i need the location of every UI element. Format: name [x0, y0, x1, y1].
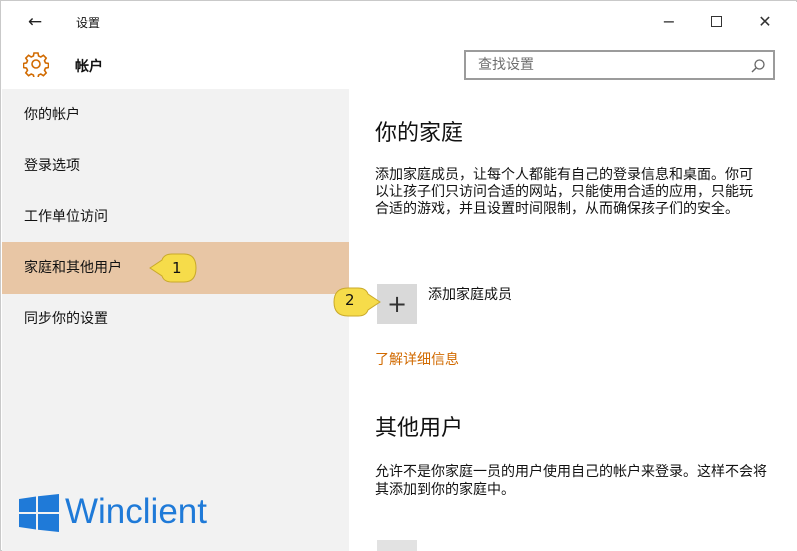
family-heading: 你的家庭 [375, 121, 464, 146]
sidebar-item-sync-settings[interactable]: 同步你的设置 [2, 293, 349, 345]
winclient-logo: Winclient [19, 492, 239, 538]
add-other-user-button[interactable] [377, 540, 417, 551]
gear-icon [23, 52, 49, 77]
search-icon[interactable] [749, 57, 767, 75]
callout-bubble-icon [333, 287, 381, 317]
maximize-icon [710, 16, 722, 27]
other-users-description: 允许不是你家庭一员的用户使用自己的帐户来登录。这样不会将其添加到你的家庭中。 [375, 464, 767, 498]
close-button[interactable]: ✕ [742, 8, 788, 36]
callout-number: 2 [345, 291, 355, 309]
minimize-button[interactable]: − [646, 8, 692, 36]
sidebar: 你的帐户 登录选项 工作单位访问 家庭和其他用户 同步你的设置 [2, 89, 349, 551]
other-users-heading: 其他用户 [375, 416, 464, 441]
sidebar-item-work-access[interactable]: 工作单位访问 [2, 191, 349, 243]
back-arrow-icon[interactable]: ← [20, 9, 50, 35]
title-bar: ← 设置 − ✕ [2, 2, 797, 40]
callout-number: 1 [172, 259, 182, 277]
search-input[interactable] [466, 52, 736, 78]
callout-1: 1 [148, 251, 198, 285]
plus-icon: + [386, 290, 408, 318]
callout-2: 2 [332, 285, 382, 319]
sidebar-item-sign-in-options[interactable]: 登录选项 [2, 140, 349, 192]
windows-logo-icon [19, 494, 59, 532]
learn-more-link[interactable]: 了解详细信息 [375, 349, 459, 369]
maximize-button[interactable] [693, 8, 739, 36]
search-box[interactable] [464, 50, 775, 80]
main-content: 你的家庭 添加家庭成员，让每个人都能有自己的登录信息和桌面。你可以让孩子们只访问… [349, 89, 797, 551]
family-description: 添加家庭成员，让每个人都能有自己的登录信息和桌面。你可以让孩子们只访问合适的网站… [375, 167, 753, 217]
page-title: 帐户 [75, 59, 103, 75]
add-family-member-button[interactable]: + [377, 284, 417, 324]
page-header: 帐户 [2, 40, 797, 89]
add-family-member-label[interactable]: 添加家庭成员 [428, 284, 512, 304]
sidebar-item-your-account[interactable]: 你的帐户 [2, 89, 349, 141]
settings-window: ← 设置 − ✕ 帐户 你的帐户 登录选项 工作单位访问 家庭和其他用户 同步你… [0, 0, 797, 551]
window-title: 设置 [76, 16, 101, 30]
logo-text: Winclient [65, 492, 207, 531]
